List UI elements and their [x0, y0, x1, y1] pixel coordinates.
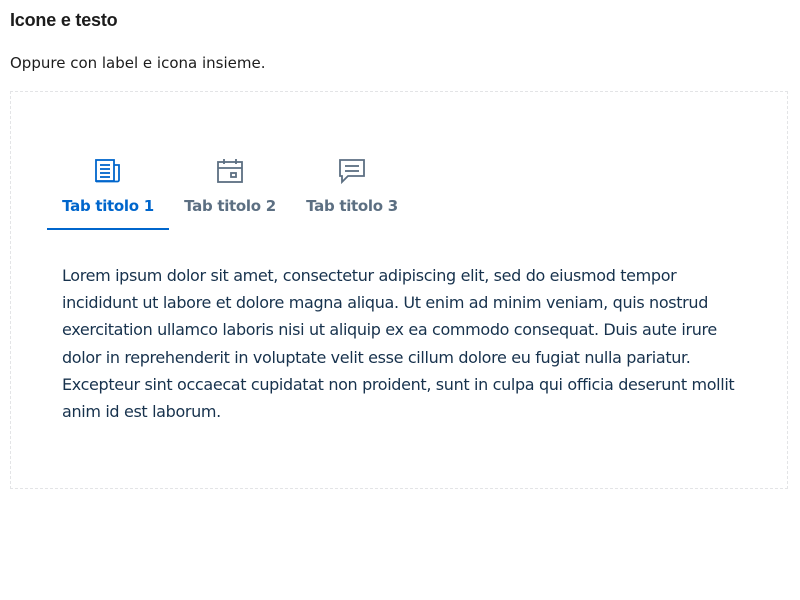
tab-bar: Tab titolo 1 Tab titolo 2 Tab titolo 3	[47, 156, 413, 230]
calendar-icon	[215, 156, 245, 186]
demo-frame: Tab titolo 1 Tab titolo 2 Tab titolo 3 L…	[10, 91, 788, 489]
tab-3-label: Tab titolo 3	[306, 197, 398, 215]
tab-3[interactable]: Tab titolo 3	[291, 156, 413, 230]
tab-2[interactable]: Tab titolo 2	[169, 156, 291, 230]
tab-2-label: Tab titolo 2	[184, 197, 276, 215]
tab-1[interactable]: Tab titolo 1	[47, 156, 169, 230]
newspaper-icon	[93, 156, 123, 186]
section-description: Oppure con label e icona insieme.	[10, 54, 266, 72]
tab-panel-content: Lorem ipsum dolor sit amet, consectetur …	[62, 266, 735, 422]
comment-icon	[337, 156, 367, 186]
section-title: Icone e testo	[10, 10, 118, 30]
tab-1-label: Tab titolo 1	[62, 197, 154, 215]
